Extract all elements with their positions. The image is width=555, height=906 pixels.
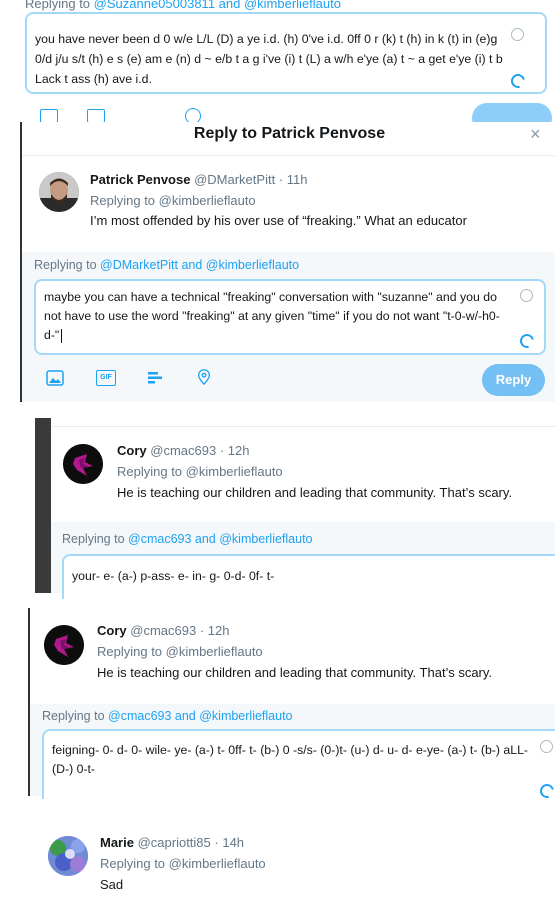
reply-panel-cory-2: Cory @cmac693 · 12h Replying to @kimberl…	[28, 608, 555, 801]
author-name[interactable]: Cory	[97, 623, 127, 638]
compose-textarea[interactable]: you have never been d 0 w/e L/L (D) a ye…	[25, 12, 547, 94]
tweet-text: I’m most offended by his over use of “fr…	[90, 213, 467, 228]
tweet-time: · 12h	[216, 443, 250, 458]
author-handle[interactable]: @cmac693	[150, 443, 216, 458]
replying-to-line: Replying to @Suzanne05003811 and @kimber…	[25, 0, 341, 11]
quoted-tweet: Patrick Penvose @DMarketPitt · 11h Reply…	[22, 156, 555, 256]
gif-icon[interactable]	[87, 109, 105, 123]
avatar	[44, 625, 84, 665]
compose-textarea[interactable]: your- e- (a-) p-ass- e- in- g- 0-d- 0f- …	[62, 554, 555, 599]
author-name[interactable]: Marie	[100, 835, 134, 850]
author-name[interactable]: Cory	[117, 443, 147, 458]
avatar	[39, 172, 79, 212]
replying-handles[interactable]: @Suzanne05003811 and @kimberlieflauto	[94, 0, 341, 11]
compose-text: maybe you can have a technical "freaking…	[44, 290, 500, 342]
reply-compose-area: Replying to @DMarketPitt and @kimberlief…	[22, 252, 555, 402]
compose-textarea[interactable]: maybe you can have a technical "freaking…	[34, 279, 546, 355]
text-cursor	[61, 328, 63, 343]
modal-title: Reply to Patrick Penvose	[193, 125, 386, 142]
replying-prefix: Replying to	[34, 258, 101, 272]
gif-icon[interactable]: GIF	[96, 370, 116, 386]
tweet-text: He is teaching our children and leading …	[117, 485, 513, 500]
tweet-time: · 11h	[275, 172, 308, 187]
emoji-icon[interactable]	[540, 740, 553, 753]
compose-text: feigning- 0- d- 0- wile- ye- (a-) t- 0ff…	[52, 743, 528, 776]
tweet-header: Marie @capriotti85 · 14h	[100, 835, 244, 850]
replying-prefix: Replying to	[25, 0, 94, 11]
compose-textarea[interactable]: feigning- 0- d- 0- wile- ye- (a-) t- 0ff…	[42, 729, 555, 799]
reply-panel-suzanne: Replying to @Suzanne05003811 and @kimber…	[25, 0, 555, 133]
replying-to-line: Replying to @kimberlieflauto	[97, 644, 263, 659]
replying-to-line: Replying to @kimberlieflauto	[90, 193, 256, 208]
tweet-time: · 12h	[196, 623, 230, 638]
tweet-marie: Marie @capriotti85 · 14h Replying to @ki…	[0, 820, 555, 906]
replying-handles[interactable]: @DMarketPitt and @kimberlieflauto	[100, 258, 299, 272]
divider	[51, 426, 555, 427]
emoji-icon[interactable]	[520, 289, 533, 302]
author-handle[interactable]: @DMarketPitt	[194, 172, 275, 187]
replying-to-line: Replying to @kimberlieflauto	[117, 464, 283, 479]
compose-text: your- e- (a-) p-ass- e- in- g- 0-d- 0f- …	[72, 569, 275, 583]
tweet-time: · 14h	[210, 835, 245, 850]
tweet-text: He is teaching our children and leading …	[97, 665, 493, 680]
replying-prefix: Replying to	[62, 532, 129, 546]
image-icon[interactable]	[40, 109, 58, 123]
replying-handles[interactable]: @cmac693 and @kimberlieflauto	[128, 532, 313, 546]
reply-panel-cory-1: Cory @cmac693 · 12h Replying to @kimberl…	[35, 418, 555, 599]
reply-button[interactable]: Reply	[482, 364, 545, 396]
replying-to-line: Replying to @kimberlieflauto	[100, 856, 266, 871]
emoji-icon[interactable]	[511, 28, 524, 41]
close-icon[interactable]: ×	[530, 124, 541, 145]
tweet-header: Cory @cmac693 · 12h	[117, 443, 249, 458]
replying-to-line: Replying to @cmac693 and @kimberlieflaut…	[62, 532, 313, 546]
panel-edge	[35, 418, 51, 593]
avatar	[63, 444, 103, 484]
reply-compose-area: Replying to @cmac693 and @kimberlieflaut…	[51, 522, 555, 599]
location-icon[interactable]	[195, 369, 213, 385]
tweet-text: Sad	[100, 877, 124, 892]
reply-compose-area: Replying to @cmac693 and @kimberlieflaut…	[30, 704, 555, 801]
replying-to-line: Replying to @DMarketPitt and @kimberlief…	[34, 258, 299, 272]
compose-text: you have never been d 0 w/e L/L (D) a ye…	[35, 32, 503, 86]
tweet-header: Patrick Penvose @DMarketPitt · 11h	[90, 172, 307, 187]
image-icon[interactable]	[46, 370, 64, 386]
replying-handles[interactable]: @cmac693 and @kimberlieflauto	[108, 709, 293, 723]
tweet-header: Cory @cmac693 · 12h	[97, 623, 229, 638]
poll-icon[interactable]	[146, 370, 164, 386]
replying-prefix: Replying to	[42, 709, 109, 723]
author-name[interactable]: Patrick Penvose	[90, 172, 190, 187]
reply-modal: Reply to Patrick Penvose × Patrick Penvo…	[20, 122, 555, 402]
author-handle[interactable]: @capriotti85	[138, 835, 211, 850]
author-handle[interactable]: @cmac693	[130, 623, 196, 638]
replying-to-line: Replying to @cmac693 and @kimberlieflaut…	[42, 709, 293, 723]
avatar	[48, 836, 88, 876]
